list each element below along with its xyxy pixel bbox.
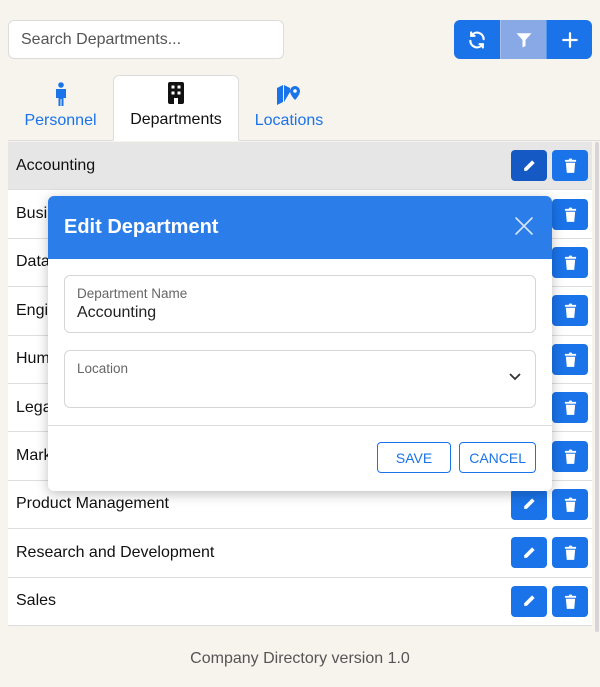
trash-icon: [564, 449, 576, 464]
edit-button[interactable]: [511, 150, 547, 182]
delete-button[interactable]: [552, 295, 588, 327]
tab-label: Personnel: [24, 112, 97, 129]
department-name-input[interactable]: [77, 304, 523, 322]
tab-label: Locations: [254, 112, 324, 129]
trash-icon: [564, 497, 576, 512]
save-button[interactable]: SAVE: [376, 442, 452, 473]
delete-button[interactable]: [552, 585, 588, 617]
modal-footer: SAVE CANCEL: [48, 426, 552, 473]
cancel-button[interactable]: CANCEL: [459, 442, 536, 473]
location-field[interactable]: Location: [64, 350, 536, 408]
delete-button[interactable]: [552, 440, 588, 472]
filter-icon: [516, 32, 531, 47]
trash-icon: [564, 207, 576, 222]
tab-bar: Personnel Departments Locations: [8, 75, 600, 141]
modal-body: Department Name Location: [48, 259, 552, 426]
delete-button[interactable]: [552, 246, 588, 278]
search-input[interactable]: [8, 20, 284, 59]
department-name: Research and Development: [16, 543, 215, 561]
person-icon: [55, 82, 66, 106]
delete-button[interactable]: [552, 343, 588, 375]
trash-icon: [564, 255, 576, 270]
table-row[interactable]: Sales: [8, 577, 592, 626]
trash-icon: [564, 352, 576, 367]
add-button[interactable]: [546, 20, 592, 59]
table-row[interactable]: Accounting: [8, 142, 592, 191]
pencil-icon: [524, 160, 535, 171]
tab-personnel[interactable]: Personnel: [8, 75, 113, 141]
delete-button[interactable]: [552, 392, 588, 424]
filter-button[interactable]: [500, 20, 546, 59]
department-name: Accounting: [16, 156, 96, 174]
list-scrollbar[interactable]: [595, 142, 599, 632]
trash-icon: [564, 303, 576, 319]
pencil-icon: [524, 498, 535, 510]
table-row[interactable]: Research and Development: [8, 529, 592, 578]
trash-icon: [564, 594, 576, 609]
pencil-icon: [524, 547, 535, 558]
edit-button[interactable]: [511, 488, 547, 520]
delete-button[interactable]: [552, 537, 588, 569]
plus-icon: [561, 31, 578, 48]
edit-button[interactable]: [511, 537, 547, 569]
footer-text: Company Directory version 1.0: [190, 650, 410, 667]
trash-icon: [564, 158, 576, 174]
trash-icon: [564, 545, 576, 561]
tab-label: Departments: [130, 111, 222, 128]
delete-button[interactable]: [552, 150, 588, 182]
building-icon: [168, 82, 184, 104]
department-name: Product Management: [16, 495, 169, 513]
trash-icon: [564, 400, 576, 416]
close-button[interactable]: [512, 216, 536, 240]
field-label: Location: [77, 361, 129, 376]
toolbar: [454, 20, 592, 59]
tab-departments[interactable]: Departments: [113, 75, 239, 141]
chevron-down-icon: [509, 373, 521, 381]
field-label: Department Name: [77, 286, 188, 301]
edit-department-modal: Edit Department Department Name Location…: [48, 196, 552, 491]
department-name-field: Department Name: [64, 275, 536, 333]
refresh-icon: [469, 30, 485, 49]
tab-locations[interactable]: Locations: [239, 75, 339, 141]
department-name: Sales: [16, 592, 57, 610]
delete-button[interactable]: [552, 198, 588, 230]
modal-header: Edit Department: [48, 196, 552, 259]
edit-button[interactable]: [511, 585, 547, 617]
delete-button[interactable]: [552, 488, 588, 520]
map-location-icon: [277, 85, 300, 105]
refresh-button[interactable]: [454, 20, 500, 59]
close-icon: [515, 217, 533, 235]
modal-title: Edit Department: [64, 216, 219, 238]
pencil-icon: [524, 595, 535, 607]
